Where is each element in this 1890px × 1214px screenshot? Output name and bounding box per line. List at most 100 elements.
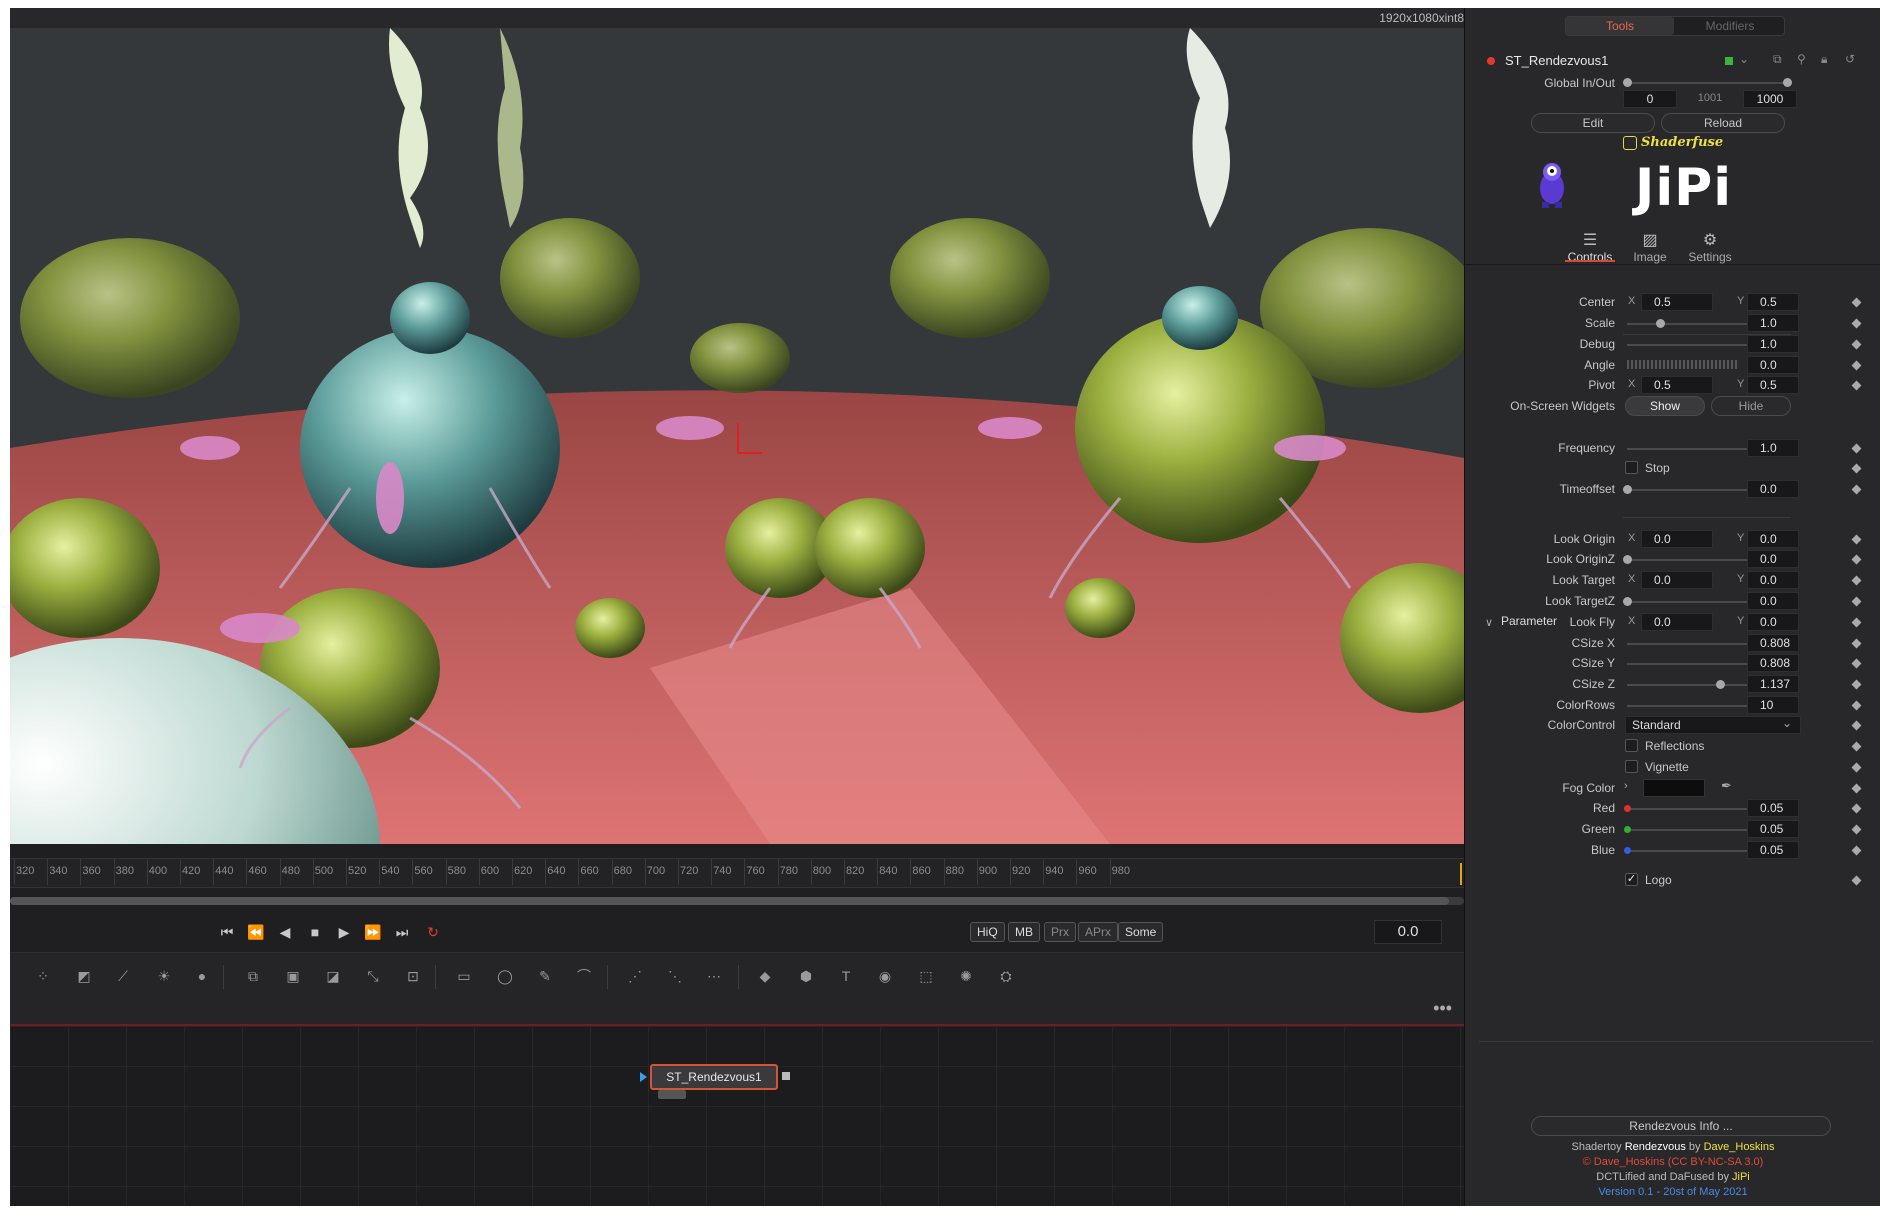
range-start-knob[interactable]	[1623, 78, 1632, 87]
hide-widgets-button[interactable]: Hide	[1711, 396, 1791, 416]
scale-keyframe-icon[interactable]	[1851, 318, 1862, 329]
pin-icon[interactable]: ⚲	[1797, 52, 1806, 66]
parameter-section-header[interactable]: Parameter	[1501, 614, 1557, 628]
eyedropper-icon[interactable]: ✒	[1721, 778, 1732, 794]
stop-keyframe-icon[interactable]	[1851, 463, 1862, 474]
shape-3d-icon[interactable]: ⬢	[795, 966, 817, 986]
mask-icon[interactable]: ◪	[322, 966, 344, 986]
image-plane-icon[interactable]: ◆	[754, 966, 776, 986]
text-3d-icon[interactable]: T	[835, 966, 857, 986]
viewer-panel[interactable]: 1920x1080xint8	[10, 8, 1464, 844]
playhead[interactable]	[1460, 863, 1462, 885]
credits-jipi-link[interactable]: JiPi	[1732, 1171, 1750, 1183]
csize-y-field[interactable]: 0.808	[1747, 654, 1799, 672]
look-target-keyframe-icon[interactable]	[1851, 575, 1862, 586]
timeline-ruler[interactable]: 320 340 360 380 400 420 440 460 480 500 520 540 560 5…	[10, 858, 1464, 888]
tab-settings[interactable]: ⚙ Settings	[1685, 230, 1735, 264]
green-field[interactable]: 0.05	[1747, 820, 1799, 838]
center-x-field[interactable]: 0.5	[1641, 293, 1713, 311]
play-forward-icon[interactable]: ▶	[333, 922, 355, 942]
reload-button[interactable]: Reload	[1661, 113, 1785, 133]
camera-3d-icon[interactable]: ◉	[874, 966, 896, 986]
loop-icon[interactable]: ↻	[422, 922, 444, 942]
logo-keyframe-icon[interactable]	[1851, 875, 1862, 886]
angle-field[interactable]: 0.0	[1747, 356, 1799, 374]
red-field[interactable]: 0.05	[1747, 799, 1799, 817]
prx-button[interactable]: Prx	[1044, 922, 1076, 942]
show-widgets-button[interactable]: Show	[1625, 396, 1705, 416]
look-fly-keyframe-icon[interactable]	[1851, 617, 1862, 628]
particle-render-icon[interactable]: ⋱	[664, 966, 686, 986]
green-slider-knob[interactable]	[1624, 826, 1631, 833]
credits-author-link[interactable]: Dave_Hoskins	[1704, 1141, 1775, 1153]
light-3d-icon[interactable]: ✺	[955, 966, 977, 986]
look-originz-keyframe-icon[interactable]	[1851, 554, 1862, 565]
drop-icon[interactable]: ●	[191, 966, 213, 986]
node-output-icon[interactable]	[782, 1072, 790, 1080]
csize-z-field[interactable]: 1.137	[1747, 675, 1799, 693]
reflections-keyframe-icon[interactable]	[1851, 741, 1862, 752]
look-originz-field[interactable]: 0.0	[1747, 550, 1799, 568]
rectangle-icon[interactable]: ▭	[453, 966, 475, 986]
red-keyframe-icon[interactable]	[1851, 803, 1862, 814]
ellipse-icon[interactable]: ◯	[494, 966, 516, 986]
particle-emitter-icon[interactable]: ⋰	[624, 966, 646, 986]
csize-z-slider-knob[interactable]	[1716, 680, 1726, 689]
render-3d-icon[interactable]: ⛭	[995, 966, 1017, 986]
rendezvous-info-button[interactable]: Rendezvous Info ...	[1531, 1116, 1831, 1136]
timeoffset-slider-knob[interactable]	[1623, 485, 1632, 494]
look-origin-keyframe-icon[interactable]	[1851, 534, 1862, 545]
background-icon[interactable]: ▣	[282, 966, 304, 986]
debug-keyframe-icon[interactable]	[1851, 339, 1862, 350]
timeoffset-keyframe-icon[interactable]	[1851, 484, 1862, 495]
play-reverse-icon[interactable]: ◀	[274, 922, 296, 942]
csize-x-keyframe-icon[interactable]	[1851, 638, 1862, 649]
csize-y-keyframe-icon[interactable]	[1851, 658, 1862, 669]
scale-slider-knob[interactable]	[1655, 319, 1665, 328]
stop-checkbox[interactable]	[1625, 461, 1638, 474]
frequency-keyframe-icon[interactable]	[1851, 443, 1862, 454]
bspline-icon[interactable]: ⌒	[573, 966, 595, 986]
look-targetz-slider-knob[interactable]	[1623, 597, 1632, 606]
tool-color-swatch[interactable]	[1725, 57, 1733, 65]
look-fly-y-field[interactable]: 0.0	[1747, 613, 1799, 631]
reset-icon[interactable]: ↺	[1845, 52, 1855, 66]
tab-tools[interactable]: Tools	[1566, 17, 1674, 35]
resize-icon[interactable]: ⊡	[402, 966, 424, 986]
render-image[interactable]	[10, 28, 1464, 844]
cube-3d-icon[interactable]: ⬚	[915, 966, 937, 986]
look-targetz-keyframe-icon[interactable]	[1851, 596, 1862, 607]
version-icon[interactable]: ⧉	[1773, 52, 1782, 67]
step-back-icon[interactable]: ⏪	[245, 922, 267, 942]
tab-image[interactable]: ▨ Image	[1625, 230, 1675, 264]
pivot-keyframe-icon[interactable]	[1851, 380, 1862, 391]
global-out-field[interactable]: 1000	[1743, 90, 1797, 108]
red-slider-knob[interactable]	[1624, 805, 1631, 812]
go-to-start-icon[interactable]: ⏮	[216, 922, 238, 942]
reflections-checkbox[interactable]	[1625, 739, 1638, 752]
go-to-end-icon[interactable]: ⏭	[391, 922, 413, 942]
aprx-button[interactable]: APrx	[1078, 922, 1119, 942]
look-origin-y-field[interactable]: 0.0	[1747, 530, 1799, 548]
pivot-y-field[interactable]: 0.5	[1747, 376, 1799, 394]
chevron-down-icon[interactable]: ∨	[1485, 616, 1493, 629]
logo-checkbox[interactable]: ✓	[1625, 873, 1638, 886]
some-button[interactable]: Some	[1118, 922, 1164, 942]
global-in-field[interactable]: 0	[1623, 90, 1677, 108]
fog-color-keyframe-icon[interactable]	[1851, 783, 1862, 794]
transform-icon[interactable]: ⤡	[362, 966, 384, 986]
green-keyframe-icon[interactable]	[1851, 824, 1862, 835]
expand-chevron-icon[interactable]: ›	[1624, 780, 1628, 792]
scale-field[interactable]: 1.0	[1747, 314, 1799, 332]
frequency-field[interactable]: 1.0	[1747, 439, 1799, 457]
chevron-down-icon[interactable]: ⌄	[1739, 52, 1749, 66]
vignette-checkbox[interactable]	[1625, 760, 1638, 773]
node-input-icon[interactable]	[640, 1072, 647, 1082]
polygon-icon[interactable]: ✎	[534, 966, 556, 986]
mb-button[interactable]: MB	[1008, 922, 1040, 942]
time-scrub-bar[interactable]	[10, 897, 1464, 905]
csize-x-field[interactable]: 0.808	[1747, 634, 1799, 652]
range-end-knob[interactable]	[1783, 78, 1792, 87]
debug-field[interactable]: 1.0	[1747, 335, 1799, 353]
pivot-x-field[interactable]: 0.5	[1641, 376, 1713, 394]
